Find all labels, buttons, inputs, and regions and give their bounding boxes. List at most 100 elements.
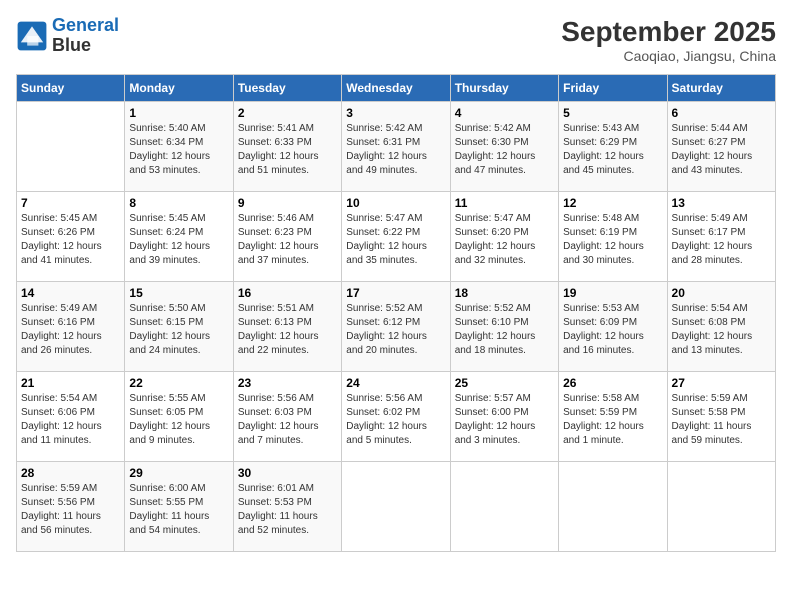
week-row-2: 7 Sunrise: 5:45 AM Sunset: 6:26 PM Daylig… <box>17 192 776 282</box>
calendar-cell: 3 Sunrise: 5:42 AM Sunset: 6:31 PM Daylig… <box>342 102 450 192</box>
day-number: 6 <box>672 106 771 120</box>
cell-content: Sunrise: 5:54 AM Sunset: 6:08 PM Dayligh… <box>672 302 771 358</box>
cell-content: Sunrise: 5:45 AM Sunset: 6:26 PM Dayligh… <box>21 212 120 268</box>
day-number: 5 <box>563 106 662 120</box>
cell-content: Sunrise: 5:50 AM Sunset: 6:15 PM Dayligh… <box>129 302 228 358</box>
day-number: 9 <box>238 196 337 210</box>
calendar-cell: 19Sunrise: 5:53 AM Sunset: 6:09 PM Dayli… <box>559 282 667 372</box>
cell-content: Sunrise: 5:53 AM Sunset: 6:09 PM Dayligh… <box>563 302 662 358</box>
cell-content: Sunrise: 5:54 AM Sunset: 6:06 PM Dayligh… <box>21 392 120 448</box>
calendar-cell: 23 Sunrise: 5:56 AM Sunset: 6:03 PM Dayli… <box>233 372 341 462</box>
calendar-cell: 22 Sunrise: 5:55 AM Sunset: 6:05 PM Dayli… <box>125 372 233 462</box>
day-header-sunday: Sunday <box>17 75 125 102</box>
calendar-cell: 21 Sunrise: 5:54 AM Sunset: 6:06 PM Dayli… <box>17 372 125 462</box>
day-header-wednesday: Wednesday <box>342 75 450 102</box>
day-number: 17 <box>346 286 445 300</box>
week-row-5: 28 Sunrise: 5:59 AM Sunset: 5:56 PM Dayli… <box>17 462 776 552</box>
day-number: 8 <box>129 196 228 210</box>
calendar-cell: 25 Sunrise: 5:57 AM Sunset: 6:00 PM Dayli… <box>450 372 558 462</box>
week-row-1: 1Sunrise: 5:40 AM Sunset: 6:34 PM Daylig… <box>17 102 776 192</box>
calendar-cell: 13 Sunrise: 5:49 AM Sunset: 6:17 PM Dayli… <box>667 192 775 282</box>
calendar-cell: 24 Sunrise: 5:56 AM Sunset: 6:02 PM Dayli… <box>342 372 450 462</box>
day-number: 7 <box>21 196 120 210</box>
cell-content: Sunrise: 6:01 AM Sunset: 5:53 PM Dayligh… <box>238 482 337 538</box>
calendar-cell: 26Sunrise: 5:58 AM Sunset: 5:59 PM Dayli… <box>559 372 667 462</box>
cell-content: Sunrise: 5:56 AM Sunset: 6:03 PM Dayligh… <box>238 392 337 448</box>
logo-icon <box>16 20 48 52</box>
cell-content: Sunrise: 5:57 AM Sunset: 6:00 PM Dayligh… <box>455 392 554 448</box>
day-number: 13 <box>672 196 771 210</box>
calendar-cell: 17 Sunrise: 5:52 AM Sunset: 6:12 PM Dayli… <box>342 282 450 372</box>
cell-content: Sunrise: 5:42 AM Sunset: 6:30 PM Dayligh… <box>455 122 554 178</box>
location: Caoqiao, Jiangsu, China <box>561 48 776 64</box>
day-number: 3 <box>346 106 445 120</box>
day-header-thursday: Thursday <box>450 75 558 102</box>
day-number: 22 <box>129 376 228 390</box>
calendar-cell: 2 Sunrise: 5:41 AM Sunset: 6:33 PM Daylig… <box>233 102 341 192</box>
calendar-cell: 15 Sunrise: 5:50 AM Sunset: 6:15 PM Dayli… <box>125 282 233 372</box>
cell-content: Sunrise: 5:44 AM Sunset: 6:27 PM Dayligh… <box>672 122 771 178</box>
cell-content: Sunrise: 5:49 AM Sunset: 6:17 PM Dayligh… <box>672 212 771 268</box>
title-block: September 2025 Caoqiao, Jiangsu, China <box>561 16 776 64</box>
day-header-friday: Friday <box>559 75 667 102</box>
page-header: GeneralBlue September 2025 Caoqiao, Jian… <box>16 16 776 64</box>
calendar-cell <box>450 462 558 552</box>
day-number: 10 <box>346 196 445 210</box>
calendar-cell: 7 Sunrise: 5:45 AM Sunset: 6:26 PM Daylig… <box>17 192 125 282</box>
cell-content: Sunrise: 5:43 AM Sunset: 6:29 PM Dayligh… <box>563 122 662 178</box>
calendar-cell: 4 Sunrise: 5:42 AM Sunset: 6:30 PM Daylig… <box>450 102 558 192</box>
calendar-cell: 16Sunrise: 5:51 AM Sunset: 6:13 PM Dayli… <box>233 282 341 372</box>
cell-content: Sunrise: 5:40 AM Sunset: 6:34 PM Dayligh… <box>129 122 228 178</box>
calendar-cell: 20 Sunrise: 5:54 AM Sunset: 6:08 PM Dayli… <box>667 282 775 372</box>
cell-content: Sunrise: 5:42 AM Sunset: 6:31 PM Dayligh… <box>346 122 445 178</box>
cell-content: Sunrise: 5:56 AM Sunset: 6:02 PM Dayligh… <box>346 392 445 448</box>
day-number: 29 <box>129 466 228 480</box>
month-year: September 2025 <box>561 16 776 48</box>
day-headers-row: SundayMondayTuesdayWednesdayThursdayFrid… <box>17 75 776 102</box>
calendar-cell: 1Sunrise: 5:40 AM Sunset: 6:34 PM Daylig… <box>125 102 233 192</box>
cell-content: Sunrise: 5:59 AM Sunset: 5:58 PM Dayligh… <box>672 392 771 448</box>
day-number: 2 <box>238 106 337 120</box>
cell-content: Sunrise: 5:55 AM Sunset: 6:05 PM Dayligh… <box>129 392 228 448</box>
calendar-cell: 29 Sunrise: 6:00 AM Sunset: 5:55 PM Dayli… <box>125 462 233 552</box>
day-number: 15 <box>129 286 228 300</box>
day-number: 25 <box>455 376 554 390</box>
day-number: 12 <box>563 196 662 210</box>
cell-content: Sunrise: 5:51 AM Sunset: 6:13 PM Dayligh… <box>238 302 337 358</box>
calendar-cell <box>342 462 450 552</box>
calendar-cell: 30Sunrise: 6:01 AM Sunset: 5:53 PM Dayli… <box>233 462 341 552</box>
day-header-tuesday: Tuesday <box>233 75 341 102</box>
day-number: 4 <box>455 106 554 120</box>
day-number: 27 <box>672 376 771 390</box>
logo: GeneralBlue <box>16 16 119 56</box>
week-row-3: 14 Sunrise: 5:49 AM Sunset: 6:16 PM Dayli… <box>17 282 776 372</box>
cell-content: Sunrise: 6:00 AM Sunset: 5:55 PM Dayligh… <box>129 482 228 538</box>
cell-content: Sunrise: 5:45 AM Sunset: 6:24 PM Dayligh… <box>129 212 228 268</box>
cell-content: Sunrise: 5:41 AM Sunset: 6:33 PM Dayligh… <box>238 122 337 178</box>
day-header-monday: Monday <box>125 75 233 102</box>
day-number: 23 <box>238 376 337 390</box>
cell-content: Sunrise: 5:46 AM Sunset: 6:23 PM Dayligh… <box>238 212 337 268</box>
day-number: 26 <box>563 376 662 390</box>
calendar-cell <box>667 462 775 552</box>
calendar-cell: 27 Sunrise: 5:59 AM Sunset: 5:58 PM Dayli… <box>667 372 775 462</box>
logo-text: GeneralBlue <box>52 16 119 56</box>
cell-content: Sunrise: 5:49 AM Sunset: 6:16 PM Dayligh… <box>21 302 120 358</box>
calendar-table: SundayMondayTuesdayWednesdayThursdayFrid… <box>16 74 776 552</box>
day-number: 14 <box>21 286 120 300</box>
cell-content: Sunrise: 5:52 AM Sunset: 6:12 PM Dayligh… <box>346 302 445 358</box>
calendar-cell: 11Sunrise: 5:47 AM Sunset: 6:20 PM Dayli… <box>450 192 558 282</box>
day-number: 24 <box>346 376 445 390</box>
day-header-saturday: Saturday <box>667 75 775 102</box>
week-row-4: 21 Sunrise: 5:54 AM Sunset: 6:06 PM Dayli… <box>17 372 776 462</box>
calendar-cell: 6 Sunrise: 5:44 AM Sunset: 6:27 PM Daylig… <box>667 102 775 192</box>
cell-content: Sunrise: 5:59 AM Sunset: 5:56 PM Dayligh… <box>21 482 120 538</box>
day-number: 20 <box>672 286 771 300</box>
day-number: 21 <box>21 376 120 390</box>
calendar-cell: 10Sunrise: 5:47 AM Sunset: 6:22 PM Dayli… <box>342 192 450 282</box>
calendar-cell: 12Sunrise: 5:48 AM Sunset: 6:19 PM Dayli… <box>559 192 667 282</box>
day-number: 28 <box>21 466 120 480</box>
calendar-cell: 28 Sunrise: 5:59 AM Sunset: 5:56 PM Dayli… <box>17 462 125 552</box>
cell-content: Sunrise: 5:52 AM Sunset: 6:10 PM Dayligh… <box>455 302 554 358</box>
calendar-cell <box>17 102 125 192</box>
